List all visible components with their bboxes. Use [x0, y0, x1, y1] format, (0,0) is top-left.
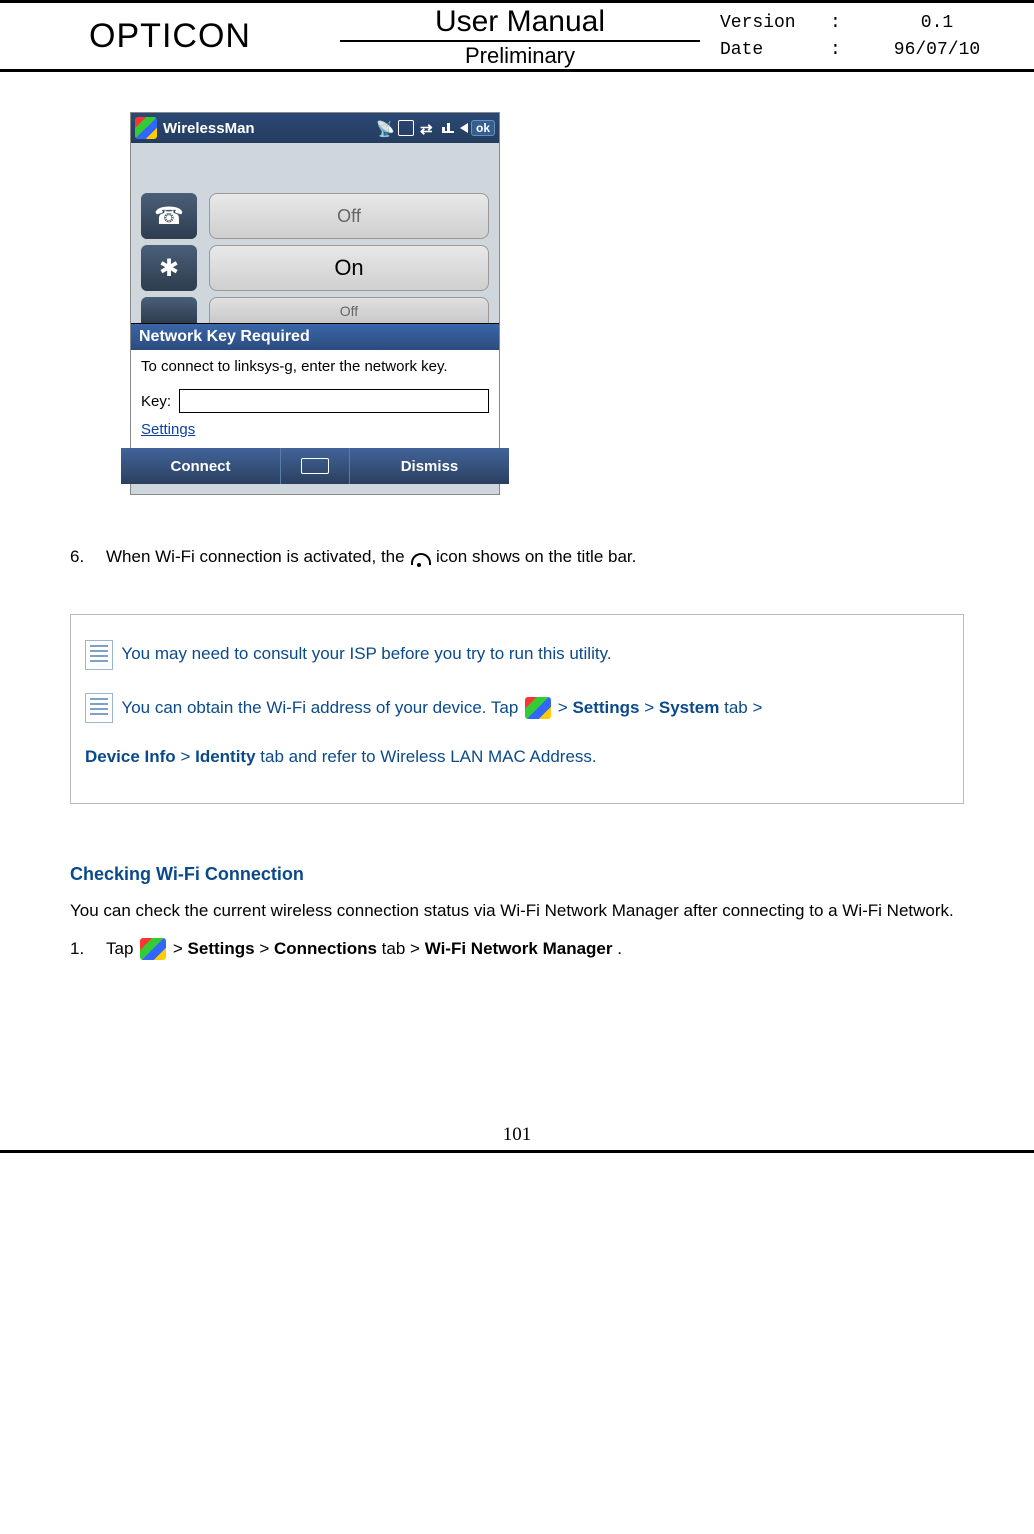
toggle-row: ☎ Off [141, 193, 489, 239]
ok-button[interactable]: ok [471, 120, 495, 136]
gt: > [173, 939, 188, 958]
doc-subtitle: Preliminary [340, 42, 700, 69]
note-icon [85, 693, 113, 723]
date-value: 96/07/10 [860, 40, 1014, 60]
modal-title: Network Key Required [131, 324, 499, 350]
modal-body-text: To connect to linksys-g, enter the netwo… [141, 358, 489, 375]
start-logo-icon [140, 938, 166, 960]
page-header: OPTICON User Manual Preliminary Version … [0, 0, 1034, 72]
gt: > [180, 747, 195, 766]
toggle-row: ✱ On [141, 245, 489, 291]
path-settings: Settings [572, 698, 639, 717]
note-icon [85, 640, 113, 670]
section-body: You can check the current wireless conne… [70, 895, 964, 927]
dismiss-button[interactable]: Dismiss [350, 458, 509, 475]
gt: > [259, 939, 274, 958]
path-system: System [659, 698, 719, 717]
phone-titlebar: WirelessMan 📡 ⇄ ok [131, 113, 499, 143]
notes-box: You may need to consult your ISP before … [70, 614, 964, 804]
colon: : [830, 13, 860, 33]
brand: OPTICON [0, 3, 340, 69]
header-center: User Manual Preliminary [340, 3, 700, 69]
wifi-icon [409, 549, 431, 567]
connectivity-icon [398, 120, 414, 136]
note-line-1: You may need to consult your ISP before … [85, 635, 949, 672]
keyboard-icon [301, 458, 329, 474]
settings-link[interactable]: Settings [141, 421, 195, 438]
date-label: Date [720, 40, 830, 60]
wifi-icon [141, 297, 197, 323]
path-identity: Identity [195, 747, 255, 766]
toggle-row-partial: Off [141, 297, 489, 323]
step-6: 6. When Wi-Fi connection is activated, t… [70, 543, 964, 570]
text: tab > [724, 698, 762, 717]
bluetooth-toggle[interactable]: On [209, 245, 489, 291]
signal-icon [442, 123, 454, 133]
colon: : [830, 40, 860, 60]
note-text: You may need to consult your ISP before … [121, 644, 611, 663]
version-value: 0.1 [860, 13, 1014, 33]
note-line-3: Device Info > Identity tab and refer to … [85, 738, 949, 775]
path-connections: Connections [274, 939, 377, 958]
gt: > [644, 698, 659, 717]
phone-bottombar: Connect Dismiss [121, 448, 509, 484]
note-line-2: You can obtain the Wi-Fi address of your… [85, 689, 949, 726]
network-icon: ⇄ [420, 120, 436, 136]
text: Tap [106, 939, 138, 958]
step-number: 1. [70, 934, 106, 965]
step-text: Tap > Settings > Connections tab > Wi-Fi… [106, 934, 622, 965]
text: . [617, 939, 622, 958]
app-title: WirelessMan [163, 120, 373, 137]
path-settings: Settings [188, 939, 255, 958]
path-target: Wi-Fi Network Manager [425, 939, 613, 958]
bluetooth-icon: ✱ [141, 245, 197, 291]
key-label: Key: [141, 393, 171, 410]
version-label: Version [720, 13, 830, 33]
page-number: 101 [0, 1124, 1034, 1153]
volume-icon [460, 123, 468, 133]
start-logo-icon [525, 697, 551, 719]
doc-title: User Manual [340, 3, 700, 42]
key-input[interactable] [179, 389, 489, 413]
text: tab > [382, 939, 425, 958]
phone-icon: ☎ [141, 193, 197, 239]
step-text: When Wi-Fi connection is activated, the … [106, 543, 636, 570]
network-key-modal: Network Key Required To connect to links… [131, 323, 499, 484]
connect-button[interactable]: Connect [121, 458, 280, 475]
keyboard-button[interactable] [280, 448, 350, 484]
wifi-toggle-partial[interactable]: Off [209, 297, 489, 323]
text: When Wi-Fi connection is activated, the [106, 547, 409, 566]
text: tab and refer to Wireless LAN MAC Addres… [260, 747, 596, 766]
section-heading: Checking Wi-Fi Connection [70, 864, 964, 885]
text: icon shows on the title bar. [436, 547, 636, 566]
start-logo-icon[interactable] [135, 117, 157, 139]
step-number: 6. [70, 543, 106, 570]
note-text: You can obtain the Wi-Fi address of your… [121, 698, 523, 717]
path-device-info: Device Info [85, 747, 176, 766]
gt: > [558, 698, 573, 717]
step-1: 1. Tap > Settings > Connections tab > Wi… [70, 934, 964, 965]
phone-toggle[interactable]: Off [209, 193, 489, 239]
device-screenshot: WirelessMan 📡 ⇄ ok ☎ Off ✱ On Off Networ… [130, 112, 500, 495]
status-icon: 📡 [376, 120, 392, 136]
header-meta: Version : 0.1 Date : 96/07/10 [700, 3, 1034, 69]
